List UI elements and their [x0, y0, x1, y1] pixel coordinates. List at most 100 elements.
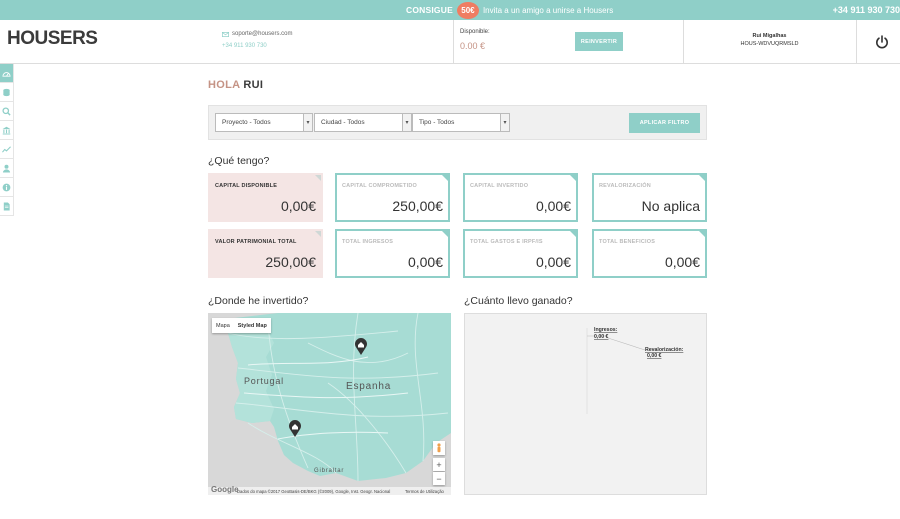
card-value: 0,00€	[664, 254, 700, 270]
greeting-name: RUI	[243, 79, 264, 91]
card-corner	[570, 175, 576, 181]
bank-icon	[2, 126, 11, 134]
earnings-chart: Ingresos: 0,00 € Revalorización: 0,00 €	[464, 313, 707, 495]
card-label: CAPITAL INVERTIDO	[470, 183, 529, 189]
apply-filter-button[interactable]: APLICAR FILTRO	[629, 113, 700, 133]
sidebar-item-search[interactable]	[0, 102, 14, 121]
reinvest-button[interactable]: REINVERTIR	[575, 32, 623, 51]
map-attribution-text: Dados do mapa ©2017 GeoBasis-DE/BKG (©20…	[237, 488, 391, 494]
section-title-have: ¿Qué tengo?	[208, 155, 270, 167]
zoom-out-button[interactable]: −	[433, 472, 445, 485]
section-title-where: ¿Donde he invertido?	[208, 295, 309, 307]
user-name[interactable]: Rui Migalhas	[683, 33, 856, 39]
document-icon	[3, 201, 10, 211]
map-label-portugal: Portugal	[244, 376, 284, 386]
sidebar-item-user[interactable]	[0, 159, 14, 178]
card-value: 250,00€	[392, 198, 443, 214]
chart-data-label-ingresos: Ingresos:	[594, 327, 618, 333]
chevron-down-icon: ▾	[303, 114, 312, 131]
header-divider	[453, 20, 454, 64]
card-label: REVALORIZACIÓN	[599, 183, 651, 189]
map-label-gibraltar: Gibraltar	[314, 468, 345, 474]
sidebar	[0, 64, 14, 216]
page-title: HOLA RUI	[208, 79, 263, 91]
header-divider	[856, 20, 857, 64]
available-label: Disponible:	[460, 29, 490, 35]
investment-map[interactable]: Mapa Styled Map Portugal Espanha Gibralt…	[208, 313, 451, 495]
card-label: TOTAL GASTOS E IRPF/IS	[470, 239, 543, 245]
card-valor-patrimonial: VALOR PATRIMONIAL TOTAL 250,00€	[208, 229, 323, 278]
card-label: VALOR PATRIMONIAL TOTAL	[215, 239, 297, 245]
chart-data-value-revalorizacion: 0,00 €	[647, 353, 662, 359]
info-icon	[2, 183, 11, 191]
dashboard-icon	[2, 71, 11, 77]
user-code: HOUS-WDVUQRMSLD	[740, 41, 799, 47]
support-phone[interactable]: +34 911 930 730	[222, 43, 267, 49]
support-email[interactable]: soporte@housers.com	[232, 31, 292, 37]
card-capital-disponible: CAPITAL DISPONIBLE 0,00€	[208, 173, 323, 222]
filter-bar: Proyecto - Todos ▾ Ciudad - Todos ▾ Tipo…	[208, 105, 707, 140]
power-icon[interactable]	[874, 34, 890, 50]
card-corner	[315, 175, 321, 181]
search-icon	[2, 106, 11, 116]
sidebar-item-bank[interactable]	[0, 121, 14, 140]
chart-icon	[2, 145, 11, 153]
card-corner	[699, 231, 705, 237]
city-select[interactable]: Ciudad - Todos ▾	[314, 113, 412, 132]
map-type-map[interactable]: Mapa	[212, 318, 234, 333]
card-corner	[442, 175, 448, 181]
zoom-in-button[interactable]: +	[433, 458, 445, 471]
street-view-icon[interactable]	[433, 441, 445, 455]
map-label-spain: Espanha	[346, 381, 392, 392]
city-select-value: Ciudad - Todos	[321, 119, 365, 126]
map-type-control[interactable]: Mapa Styled Map	[212, 318, 271, 333]
map-pin-icon[interactable]	[288, 419, 302, 438]
card-revalorizacion[interactable]: REVALORIZACIÓN No aplica	[592, 173, 707, 222]
promo-phone[interactable]: +34 911 930 730	[833, 0, 900, 20]
type-select-value: Tipo - Todos	[419, 119, 455, 126]
card-label: TOTAL INGRESOS	[342, 239, 394, 245]
card-corner	[315, 231, 321, 237]
promo-message[interactable]: CONSIGUE 50€ Invita a un amigo a unirse …	[406, 0, 613, 20]
header: HOUSERS soporte@housers.com +34 911 930 …	[0, 20, 900, 64]
chevron-down-icon: ▾	[500, 114, 509, 131]
card-label: CAPITAL DISPONIBLE	[215, 183, 278, 189]
promo-badge: 50€	[456, 1, 479, 19]
section-title-earned: ¿Cuánto llevo ganado?	[464, 295, 573, 307]
card-total-ingresos[interactable]: TOTAL INGRESOS 0,00€	[335, 229, 450, 278]
card-corner	[699, 175, 705, 181]
housers-logo[interactable]: HOUSERS	[7, 28, 98, 50]
sidebar-item-database[interactable]	[0, 83, 14, 102]
sidebar-item-info[interactable]	[0, 178, 14, 197]
project-select[interactable]: Proyecto - Todos ▾	[215, 113, 313, 132]
card-value: 0,00€	[535, 254, 571, 270]
map-pin-icon[interactable]	[354, 337, 368, 356]
database-icon	[3, 88, 10, 96]
card-corner	[442, 231, 448, 237]
card-total-gastos[interactable]: TOTAL GASTOS E IRPF/IS 0,00€	[463, 229, 578, 278]
sidebar-item-dashboard[interactable]	[0, 64, 14, 83]
map-terms-link[interactable]: Termos de Utilização	[405, 489, 444, 494]
sidebar-item-chart[interactable]	[0, 140, 14, 159]
card-value: 0,00€	[280, 198, 316, 214]
chevron-down-icon: ▾	[402, 114, 411, 131]
sidebar-item-document[interactable]	[0, 197, 14, 216]
card-corner	[570, 231, 576, 237]
type-select[interactable]: Tipo - Todos ▾	[412, 113, 510, 132]
available-value: 0.00 €	[460, 41, 486, 51]
card-value: No aplica	[641, 198, 700, 214]
card-value: 250,00€	[265, 254, 316, 270]
card-value: 0,00€	[407, 254, 443, 270]
greeting-hello: HOLA	[208, 79, 240, 91]
mail-icon	[222, 31, 229, 37]
google-logo[interactable]: Google	[211, 485, 239, 494]
card-total-beneficios[interactable]: TOTAL BENEFICIOS 0,00€	[592, 229, 707, 278]
promo-bar[interactable]: CONSIGUE 50€ Invita a un amigo a unirse …	[0, 0, 900, 20]
map-type-styled[interactable]: Styled Map	[234, 318, 271, 333]
project-select-value: Proyecto - Todos	[222, 119, 271, 126]
card-capital-invertido[interactable]: CAPITAL INVERTIDO 0,00€	[463, 173, 578, 222]
promo-strong-text: CONSIGUE	[406, 5, 453, 15]
promo-text: Invita a un amigo a unirse a Housers	[482, 5, 614, 15]
contact-info: soporte@housers.com +34 911 930 730	[222, 28, 292, 52]
card-capital-comprometido[interactable]: CAPITAL COMPROMETIDO 250,00€	[335, 173, 450, 222]
